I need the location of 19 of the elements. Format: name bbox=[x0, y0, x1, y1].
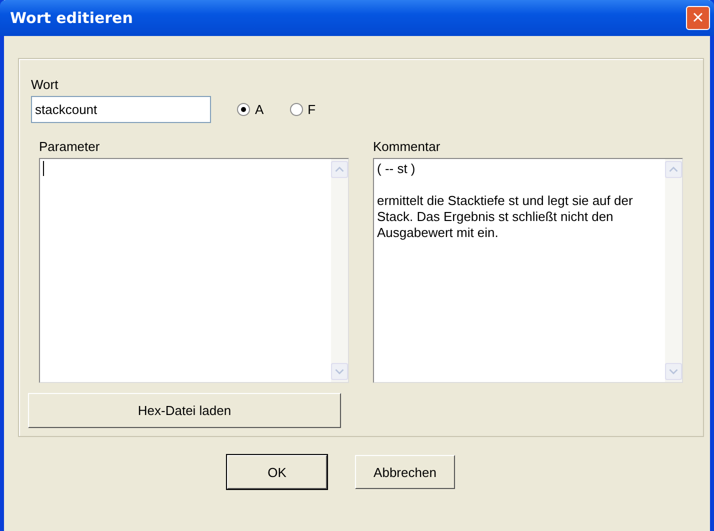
ok-button[interactable]: OK bbox=[227, 455, 327, 489]
load-hex-button[interactable]: Hex-Datei laden bbox=[28, 393, 341, 428]
comment-text: ( -- st ) bbox=[377, 161, 416, 177]
close-button[interactable]: × bbox=[686, 6, 710, 30]
word-field[interactable]: stackcount bbox=[31, 96, 211, 123]
cancel-button[interactable]: Abbrechen bbox=[355, 455, 455, 489]
radio-option[interactable]: A bbox=[237, 102, 264, 117]
scroll-down-icon[interactable] bbox=[665, 363, 682, 380]
parameter-text-area[interactable] bbox=[39, 158, 349, 383]
word-label: Wort bbox=[31, 77, 58, 93]
window-title: Wort editieren bbox=[10, 9, 133, 27]
scroll-down-icon[interactable] bbox=[331, 363, 348, 380]
scroll-up-icon[interactable] bbox=[665, 161, 682, 178]
radio-option[interactable]: F bbox=[290, 102, 316, 117]
parameter-label: Parameter bbox=[39, 139, 100, 155]
comment-text-area[interactable]: ( -- st ) ermittelt die Stacktiefe st und legt sie auf der Stack. Das Ergebnis st schließt nicht den Ausgabewert mit ein. bbox=[373, 158, 683, 383]
comment-text: ermittelt die Stacktiefe st und legt sie auf der Stack. Das Ergebnis st schließt nicht den Ausgabewert mit ein. bbox=[377, 193, 634, 241]
scroll-up-icon[interactable] bbox=[331, 161, 348, 178]
comment-label: Kommentar bbox=[373, 139, 440, 155]
